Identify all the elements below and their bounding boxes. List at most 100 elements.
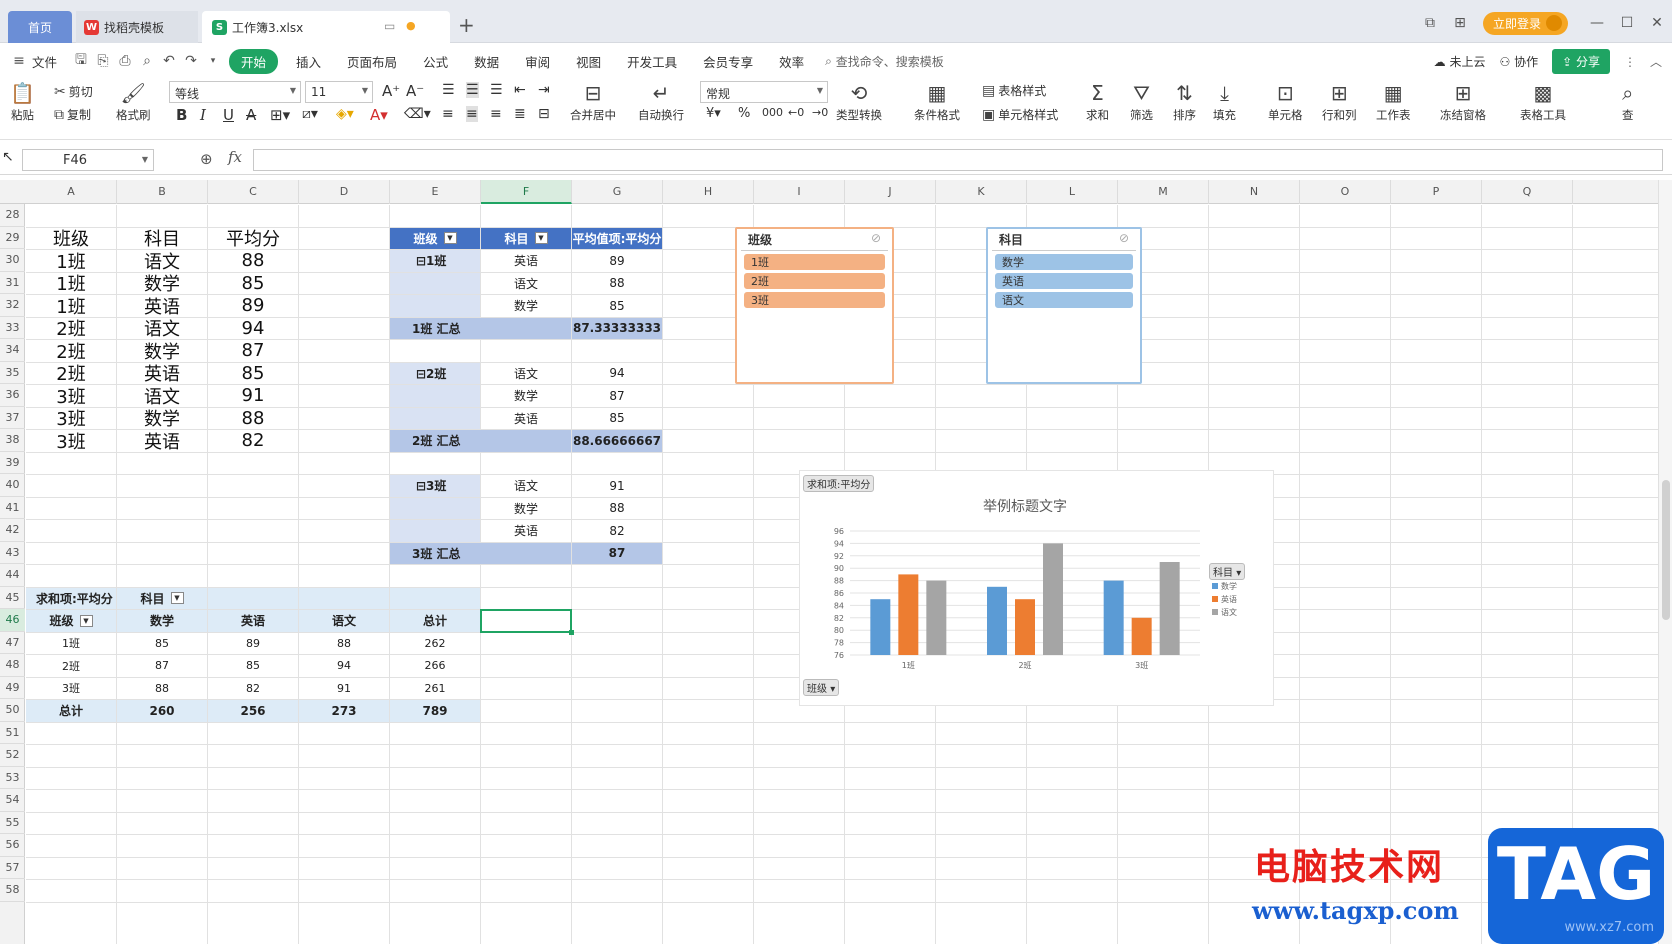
pivot2-data-cell[interactable]: 85: [208, 655, 298, 677]
pivot2-data-cell[interactable]: 2班: [26, 655, 116, 677]
pivot2-band-cell[interactable]: [208, 587, 298, 609]
pivot1-value-cell[interactable]: 91: [572, 475, 662, 497]
column-header-Q[interactable]: Q: [1482, 180, 1573, 204]
row-header-46[interactable]: 46: [0, 609, 25, 632]
clear-filter-icon[interactable]: ⊘: [1119, 231, 1129, 245]
pivot2-value-label[interactable]: 求和项:平均分: [26, 587, 116, 609]
pivot1-subject-cell[interactable]: 数学: [481, 385, 571, 407]
align-bottom-icon[interactable]: ☰: [490, 82, 503, 98]
fx-icon[interactable]: fx: [228, 148, 242, 166]
pivot1-subject-cell[interactable]: 数学: [481, 295, 571, 317]
pivot1-value-cell[interactable]: 88: [572, 273, 662, 295]
pivot2-total-cell[interactable]: 273: [299, 700, 389, 722]
pivot2-data-cell[interactable]: 94: [299, 655, 389, 677]
pivot1-header-subject[interactable]: 科目 ▼: [481, 227, 571, 249]
slicer_class-item[interactable]: 3班: [744, 292, 885, 308]
source-data-cell[interactable]: 82: [208, 430, 298, 452]
pivot2-data-cell[interactable]: 3班: [26, 678, 116, 700]
pivot2-total-cell[interactable]: 260: [117, 700, 207, 722]
new-tab-button[interactable]: +: [458, 13, 475, 37]
pivot1-total-label[interactable]: 3班 汇总: [390, 542, 571, 564]
chart-axis-field-button[interactable]: 班级 ▾: [803, 679, 840, 696]
slicer_subject-item[interactable]: 语文: [995, 292, 1133, 308]
indent-decrease-icon[interactable]: ⇤: [514, 82, 526, 98]
pivot1-row-label-cell[interactable]: [390, 385, 480, 407]
row-header-45[interactable]: 45: [0, 587, 25, 609]
distribute-icon[interactable]: ⊟: [538, 106, 550, 122]
row-header-49[interactable]: 49: [0, 677, 25, 699]
column-header-G[interactable]: G: [572, 180, 663, 204]
fill-handle[interactable]: [569, 629, 574, 635]
row-header-54[interactable]: 54: [0, 789, 25, 812]
table-style-button[interactable]: ▤ 表格样式: [982, 82, 1046, 99]
indent-increase-icon[interactable]: ⇥: [538, 82, 550, 98]
chart-legend-field-button[interactable]: 科目 ▾: [1209, 563, 1246, 580]
pivot1-row-label-cell[interactable]: ⊟3班: [390, 475, 480, 497]
source-data-cell[interactable]: 2班: [26, 340, 116, 362]
tab-templates[interactable]: W 找稻壳模板: [76, 11, 198, 43]
tab-workbook[interactable]: S 工作簿3.xlsx ▭ ●: [202, 11, 450, 43]
column-header-E[interactable]: E: [390, 180, 481, 204]
row-header-50[interactable]: 50: [0, 699, 25, 722]
cut-button[interactable]: ✂ 剪切: [54, 83, 93, 100]
pivot2-col-header[interactable]: 英语: [208, 610, 298, 632]
redo-icon[interactable]: ↷: [180, 53, 202, 69]
align-left-icon[interactable]: ≡: [442, 106, 454, 122]
number-format-select[interactable]: 常规 ▼: [700, 81, 828, 103]
menu-formulas[interactable]: 公式: [410, 52, 461, 71]
conditional-format-button[interactable]: ▦ 条件格式: [914, 81, 960, 123]
export-icon[interactable]: ⎘: [92, 53, 114, 69]
pivot2-data-cell[interactable]: 1班: [26, 633, 116, 655]
font-name-select[interactable]: 等线 ▼: [169, 81, 301, 103]
row-header-33[interactable]: 33: [0, 317, 25, 339]
pivot1-total-value[interactable]: 87.33333333: [572, 317, 662, 339]
column-header-D[interactable]: D: [299, 180, 390, 204]
decrease-decimal-icon[interactable]: →0: [812, 106, 828, 119]
decrease-font-icon[interactable]: A⁻: [406, 82, 424, 100]
slicer_class-item[interactable]: 2班: [744, 273, 885, 289]
italic-icon[interactable]: I: [200, 106, 206, 124]
source-data-cell[interactable]: 94: [208, 318, 298, 340]
row-header-40[interactable]: 40: [0, 474, 25, 497]
menu-home[interactable]: 开始: [229, 48, 279, 74]
pivot1-total-value[interactable]: 88.66666667: [572, 430, 662, 452]
pivot2-data-cell[interactable]: 85: [117, 633, 207, 655]
pivot-chart[interactable]: 求和项:平均分 举例标题文字 96 94 92 90 88 86 84 82 80 78 76 1班 2班…: [799, 470, 1274, 706]
source-data-cell[interactable]: 2班: [26, 318, 116, 339]
source-data-cell[interactable]: 数学: [117, 273, 207, 294]
pivot2-data-cell[interactable]: 87: [117, 655, 207, 677]
source-data-cell[interactable]: 2班: [26, 363, 116, 384]
copy-button[interactable]: ⧉ 复制: [54, 106, 91, 123]
more-icon[interactable]: ⋮: [1624, 55, 1636, 69]
pivot1-row-label-cell[interactable]: ⊟2班: [390, 362, 480, 384]
pivot2-col-header[interactable]: 数学: [117, 610, 207, 632]
align-center-icon[interactable]: ≡: [466, 106, 478, 122]
pivot2-total-cell[interactable]: 256: [208, 700, 298, 722]
hamburger-icon[interactable]: ≡: [8, 53, 30, 69]
row-header-47[interactable]: 47: [0, 632, 25, 654]
column-header-K[interactable]: K: [936, 180, 1027, 204]
slicer-class[interactable]: 班级 ⊘ 1班 2班 3班: [735, 227, 894, 384]
eraser-icon[interactable]: ⌫▾: [404, 106, 431, 122]
row-header-51[interactable]: 51: [0, 722, 25, 744]
layout-icon[interactable]: ⧉: [1415, 15, 1445, 31]
row-header-56[interactable]: 56: [0, 834, 25, 857]
pivot2-band-cell[interactable]: [390, 587, 480, 609]
slicer_class-item[interactable]: 1班: [744, 254, 885, 270]
pivot2-data-cell[interactable]: 88: [117, 678, 207, 700]
type-convert-button[interactable]: ⟲ 类型转换: [836, 81, 882, 123]
pivot1-row-label-cell[interactable]: [390, 497, 480, 519]
slicer-subject[interactable]: 科目 ⊘ 数学 英语 语文: [986, 227, 1142, 384]
pivot1-total-label[interactable]: 2班 汇总: [390, 430, 571, 452]
pivot2-data-cell[interactable]: 89: [208, 633, 298, 655]
column-header-L[interactable]: L: [1027, 180, 1118, 204]
source-data-cell[interactable]: 88: [208, 250, 298, 272]
collapse-ribbon-icon[interactable]: ︿: [1650, 53, 1662, 70]
worksheet-button[interactable]: ▦ 工作表: [1376, 81, 1411, 123]
table-tools-button[interactable]: ▩ 表格工具: [1520, 81, 1566, 123]
row-header-30[interactable]: 30: [0, 249, 25, 272]
pivot2-band-cell[interactable]: [299, 587, 389, 609]
align-middle-icon[interactable]: ☰: [466, 82, 479, 98]
login-button[interactable]: 立即登录: [1482, 11, 1568, 35]
pivot1-subject-cell[interactable]: 语文: [481, 273, 571, 295]
